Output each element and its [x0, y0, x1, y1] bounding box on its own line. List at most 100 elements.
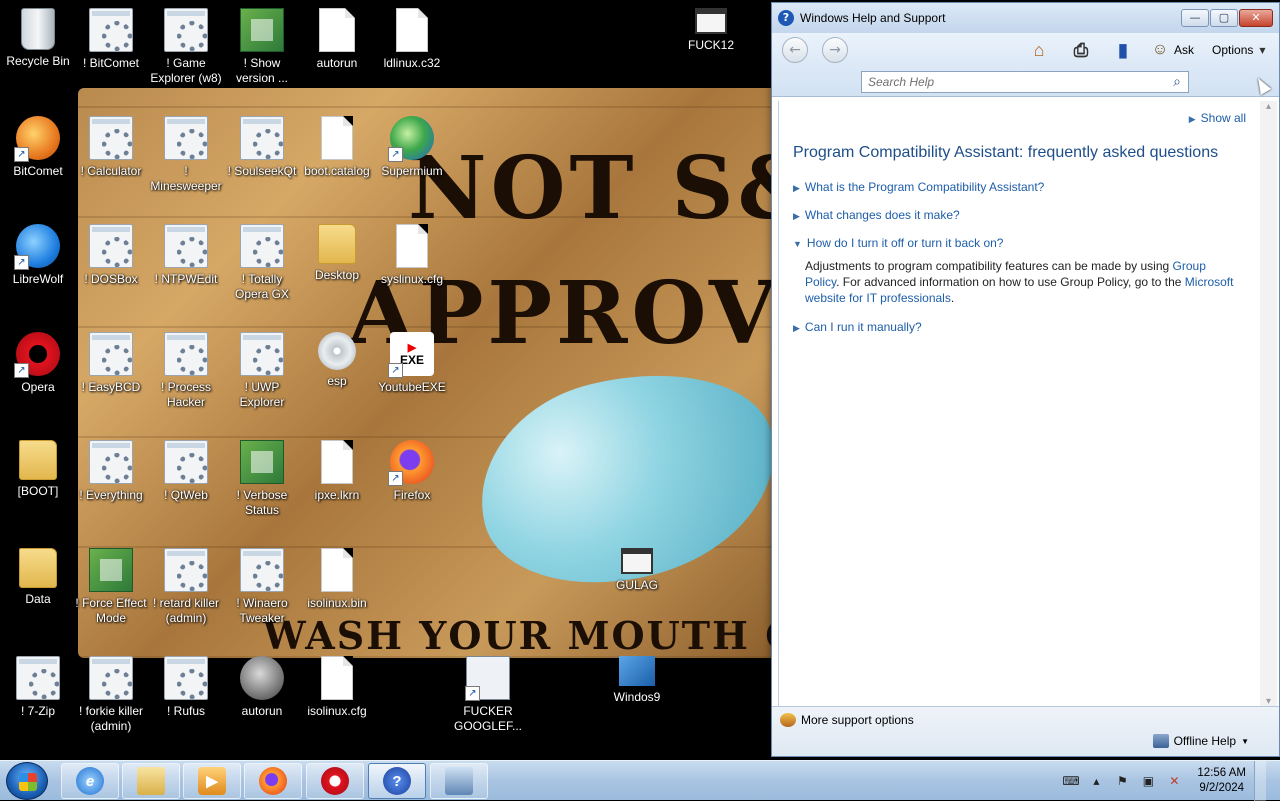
window-titlebar[interactable]: ? Windows Help and Support — ▢ ✕ — [772, 3, 1279, 33]
desktop-icon-label: ! Verbose Status — [236, 488, 288, 517]
taskbar-network[interactable] — [430, 763, 488, 799]
taskbar-internet-explorer[interactable]: e — [61, 763, 119, 799]
desktop-icon-bitcomet[interactable]: BitComet — [0, 116, 76, 179]
search-icon[interactable]: ⌕ — [1166, 72, 1188, 92]
back-button[interactable]: ← — [782, 37, 808, 63]
action-center-flag-icon[interactable]: ⚑ — [1114, 774, 1130, 788]
home-button[interactable]: ⌂ — [1024, 37, 1054, 63]
desktop-icon-show-version[interactable]: ! Show version ... — [224, 8, 300, 86]
desktop-icon-librewolf[interactable]: LibreWolf — [0, 224, 76, 287]
show-all-label: Show all — [1200, 111, 1246, 125]
file-icon — [396, 224, 428, 268]
desktop-icon-label: Supermium — [381, 164, 443, 178]
desktop-icon-soulseekqt[interactable]: ! SoulseekQt — [224, 116, 300, 179]
desktop-icon-youtubeexe[interactable]: ▶EXE YoutubeEXE — [374, 332, 450, 395]
network-icon[interactable]: ▣ — [1140, 774, 1156, 788]
faq-item-run-manually[interactable]: ▶ Can I run it manually? — [793, 320, 922, 334]
desktop-icon-winaero-tweaker[interactable]: ! Winaero Tweaker — [224, 548, 300, 626]
desktop-icon-force-effect-mode[interactable]: ! Force Effect Mode — [73, 548, 149, 626]
setup-icon — [89, 224, 133, 268]
more-support-options-button[interactable]: More support options — [780, 713, 914, 727]
desktop-icon-game-explorer[interactable]: ! Game Explorer (w8) — [148, 8, 224, 86]
offline-help-menu[interactable]: Offline Help ▼ — [1152, 734, 1249, 748]
desktop-icon-data-folder[interactable]: Data — [0, 548, 76, 607]
desktop-icon-bitcomet-setup[interactable]: ! BitComet — [73, 8, 149, 71]
desktop-icon-label: ! Winaero Tweaker — [236, 596, 288, 625]
desktop-icon-isolinux-cfg[interactable]: isolinux.cfg — [299, 656, 375, 719]
desktop-icon-calculator[interactable]: ! Calculator — [73, 116, 149, 179]
minimize-button[interactable]: — — [1181, 9, 1209, 27]
ask-button[interactable]: ☺ Ask — [1150, 37, 1194, 63]
volume-muted-icon[interactable]: ✕ — [1166, 774, 1182, 788]
desktop-icon-boot-folder[interactable]: [BOOT] — [0, 440, 76, 499]
settings-file-icon — [319, 8, 355, 52]
book-icon: ▮ — [1118, 39, 1128, 60]
desktop-icon-process-hacker[interactable]: ! Process Hacker — [148, 332, 224, 410]
desktop-icon-firefox[interactable]: Firefox — [374, 440, 450, 503]
faq-item-what-changes[interactable]: ▶ What changes does it make? — [793, 208, 960, 222]
help-icon: ? — [383, 767, 411, 795]
close-button[interactable]: ✕ — [1239, 9, 1273, 27]
show-all-link[interactable]: ▶ Show all — [1189, 111, 1246, 125]
desktop-icon-everything[interactable]: ! Everything — [73, 440, 149, 503]
desktop-icon-isolinux-bin[interactable]: isolinux.bin — [299, 548, 375, 611]
maximize-button[interactable]: ▢ — [1210, 9, 1238, 27]
taskbar-opera[interactable] — [306, 763, 364, 799]
desktop-icon-recycle-bin[interactable]: Recycle Bin — [0, 8, 76, 69]
desktop-icon-easybcd[interactable]: ! EasyBCD — [73, 332, 149, 395]
taskbar-help-and-support[interactable]: ? — [368, 763, 426, 799]
options-menu-button[interactable]: Options ▼ — [1212, 43, 1266, 57]
desktop-icon-esp[interactable]: esp — [299, 332, 375, 389]
desktop-icon-dosbox[interactable]: ! DOSBox — [73, 224, 149, 287]
clock[interactable]: 12:56 AM 9/2/2024 — [1197, 766, 1246, 796]
network-computer-icon — [445, 767, 473, 795]
desktop-icon-fuck12[interactable]: FUCK12 — [673, 8, 749, 53]
desktop-icon-desktop-folder[interactable]: Desktop — [299, 224, 375, 283]
show-desktop-button[interactable] — [1254, 761, 1266, 801]
vertical-scrollbar[interactable] — [1260, 101, 1277, 707]
desktop-icon-ntpwedit[interactable]: ! NTPWEdit — [148, 224, 224, 287]
folder-icon — [137, 767, 165, 795]
desktop-icon-syslinux-cfg[interactable]: syslinux.cfg — [374, 224, 450, 287]
taskbar-media-player[interactable]: ▶ — [183, 763, 241, 799]
desktop-icon-supermium[interactable]: Supermium — [374, 116, 450, 179]
desktop-icon-label: Recycle Bin — [6, 54, 70, 68]
desktop-icon-ldlinux[interactable]: ldlinux.c32 — [374, 8, 450, 71]
faq-item-turn-off[interactable]: ▼ How do I turn it off or turn it back on… — [793, 236, 1003, 250]
desktop-icon-opera[interactable]: Opera — [0, 332, 76, 395]
desktop-icon-retard-killer[interactable]: ! retard killer (admin) — [148, 548, 224, 626]
taskbar: e ▶ ? ⌨ ▴ ⚑ ▣ ✕ 12:56 AM 9/2/2024 — [0, 760, 1280, 801]
desktop-icon-qtweb[interactable]: ! QtWeb — [148, 440, 224, 503]
forward-button[interactable]: → — [822, 37, 848, 63]
taskbar-firefox[interactable] — [244, 763, 302, 799]
keyboard-icon[interactable]: ⌨ — [1062, 774, 1079, 788]
desktop-icon-verbose-status[interactable]: ! Verbose Status — [224, 440, 300, 518]
desktop-icon-uwp-explorer[interactable]: ! UWP Explorer — [224, 332, 300, 410]
chevron-up-icon[interactable]: ▴ — [1088, 774, 1104, 788]
setup-icon — [164, 116, 208, 160]
desktop-icon-fucker-googlef[interactable]: FUCKER GOOGLEF... — [450, 656, 526, 734]
search-help-input[interactable] — [862, 72, 1166, 92]
desktop-icon-7zip[interactable]: ! 7-Zip — [0, 656, 76, 719]
desktop-icon-totally-opera-gx[interactable]: ! Totally Opera GX — [224, 224, 300, 302]
desktop-icon-label: Firefox — [393, 488, 431, 502]
desktop-icon-ipxe[interactable]: ipxe.lkrn — [299, 440, 375, 503]
wolf-icon — [240, 656, 284, 700]
desktop-icon-rufus[interactable]: ! Rufus — [148, 656, 224, 719]
desktop-icon-minesweeper[interactable]: ! Minesweeper — [148, 116, 224, 194]
file-icon — [321, 548, 353, 592]
print-button[interactable]: ⎙ — [1066, 37, 1096, 63]
desktop-icon-gulag[interactable]: GULAG — [599, 548, 675, 593]
folder-icon — [19, 440, 57, 480]
browse-help-button[interactable]: ▮ — [1108, 37, 1138, 63]
taskbar-file-explorer[interactable] — [122, 763, 180, 799]
faq-item-what-is-pca[interactable]: ▶ What is the Program Compatibility Assis… — [793, 180, 1044, 194]
desktop-icon-windos9[interactable]: Windos9 — [599, 656, 675, 705]
start-button[interactable] — [6, 762, 48, 800]
desktop-icon-boot-catalog[interactable]: boot.catalog — [299, 116, 375, 179]
desktop-icon-autorun-wolf[interactable]: autorun — [224, 656, 300, 719]
chevron-down-icon: ▼ — [1241, 736, 1249, 746]
search-box: ⌕ — [861, 71, 1189, 93]
desktop-icon-autorun[interactable]: autorun — [299, 8, 375, 71]
desktop-icon-forkie-killer[interactable]: ! forkie killer (admin) — [73, 656, 149, 734]
